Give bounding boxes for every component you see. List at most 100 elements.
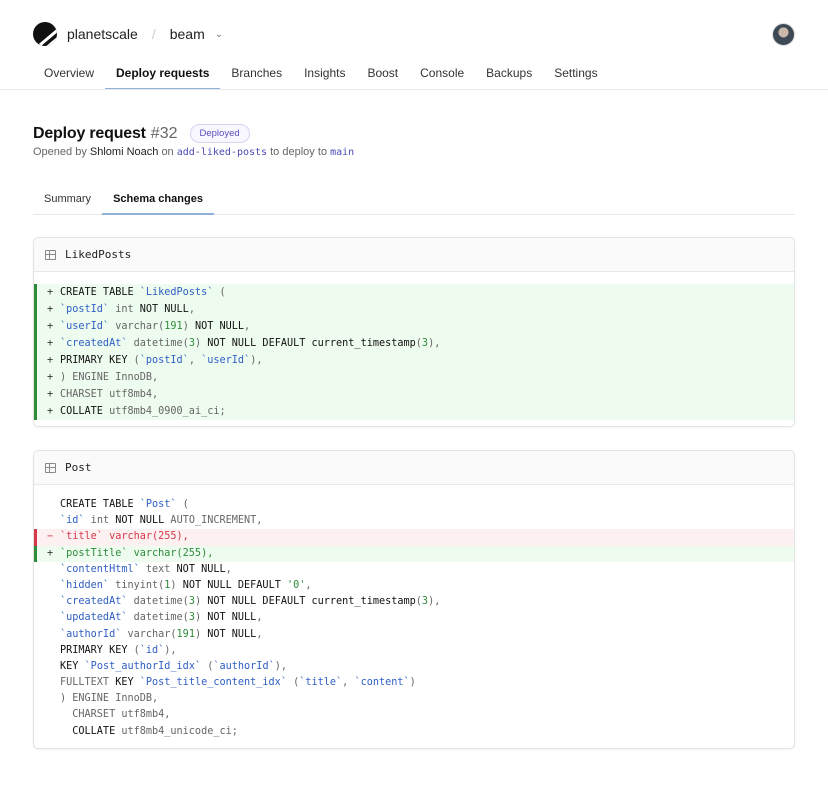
code-token: , [256,629,262,640]
context-line: KEY `Post_authorId_idx` (`authorId`), [34,659,794,675]
code-token: int [85,515,116,526]
code-token: NOT NULL [207,629,256,640]
code-token: ) [195,338,207,349]
user-avatar[interactable] [772,23,795,46]
code-token: `createdAt` [60,596,127,607]
diff-marker [47,497,60,513]
table-name: Post [65,461,92,474]
nav-deploy-requests[interactable]: Deploy requests [105,60,220,89]
request-number: #32 [151,125,178,143]
diff-marker: + [47,546,60,562]
table-diff-card: LikedPosts +CREATE TABLE `LikedPosts` (+… [33,237,795,427]
added-line: +CHARSET utf8mb4, [34,386,794,403]
code-token: ), [428,596,440,607]
context-line: CHARSET utf8mb4, [34,707,794,723]
nav-branches[interactable]: Branches [220,60,293,89]
code-token: `Post_title_content_idx` [140,677,287,688]
nav-console[interactable]: Console [409,60,475,89]
code-token: `LikedPosts` [140,287,214,298]
code-token: tinyint( [109,580,164,591]
code-token: ) [195,629,207,640]
tab-schema-changes[interactable]: Schema changes [102,185,214,214]
code-token: datetime( [127,338,188,349]
code-token: CHARSET utf8mb4, [60,709,170,720]
target-branch-link[interactable]: main [330,147,354,158]
diff-marker: + [47,284,60,301]
breadcrumb-separator: / [152,26,156,42]
code-token: COLLATE [60,726,115,737]
nav-backups[interactable]: Backups [475,60,543,89]
diff-marker [47,627,60,643]
on-label: on [161,146,173,158]
nav-boost[interactable]: Boost [356,60,409,89]
diff-marker [47,675,60,691]
context-line: `hidden` tinyint(1) NOT NULL DEFAULT '0'… [34,578,794,594]
code-token: ), [250,355,262,366]
code-token: NOT NULL [177,564,226,575]
context-line: `contentHtml` text NOT NULL, [34,562,794,578]
code-token: ) [183,321,195,332]
code-token: `authorId` [60,629,121,640]
code-token: KEY [60,661,85,672]
code-token: ), [164,645,176,656]
code-token: , [256,612,262,623]
added-line: +`postTitle` varchar(255), [34,546,794,562]
code-token: datetime( [127,612,188,623]
code-token: ) [195,612,207,623]
diff-marker [47,513,60,529]
context-line: ) ENGINE InnoDB, [34,691,794,707]
code-token: ( [127,645,139,656]
code-token: `id` [60,515,85,526]
added-line: +CREATE TABLE `LikedPosts` ( [34,284,794,301]
code-token: `title` [299,677,342,688]
code-token: NOT NULL [207,612,256,623]
context-line: `authorId` varchar(191) NOT NULL, [34,627,794,643]
code-token: NOT NULL [140,304,189,315]
code-token: , [342,677,354,688]
code-token: utf8mb4_unicode_ci; [115,726,238,737]
code-token: `authorId` [213,661,274,672]
code-token: ) [410,677,416,688]
code-token: 191 [164,321,182,332]
diff-marker: + [47,369,60,386]
tab-summary[interactable]: Summary [33,185,102,214]
added-line: +PRIMARY KEY (`postId`, `userId`), [34,352,794,369]
code-token: PRIMARY KEY [60,645,127,656]
code-token: ( [287,677,299,688]
status-badge: Deployed [190,124,250,143]
code-token: NOT NULL DEFAULT [183,580,287,591]
diff-marker [47,691,60,707]
to-deploy-label: to deploy to [270,146,327,158]
database-name[interactable]: beam [170,26,205,42]
code-token: ), [428,338,440,349]
added-line: +COLLATE utf8mb4_0900_ai_ci; [34,403,794,420]
code-token: , [189,355,201,366]
table-name: LikedPosts [65,248,131,261]
code-token: `id` [140,645,165,656]
added-line: +) ENGINE InnoDB, [34,369,794,386]
code-token: `updatedAt` [60,612,127,623]
org-name[interactable]: planetscale [67,26,138,42]
source-branch-link[interactable]: add-liked-posts [177,147,267,158]
code-token: , [226,564,232,575]
nav-insights[interactable]: Insights [293,60,356,89]
code-token: CREATE TABLE [60,287,140,298]
code-token: 191 [177,629,195,640]
code-token: varchar( [121,629,176,640]
nav-overview[interactable]: Overview [33,60,105,89]
code-token: ) ENGINE InnoDB, [60,372,158,383]
context-line: `createdAt` datetime(3) NOT NULL DEFAULT… [34,594,794,610]
author-name[interactable]: Shlomi Noach [90,146,158,158]
diff-marker: + [47,301,60,318]
code-token: PRIMARY KEY [60,355,127,366]
planetscale-logo-icon[interactable] [33,22,57,46]
request-subtitle: Opened by Shlomi Noach on add-liked-post… [33,146,354,158]
code-token: varchar( [109,321,164,332]
code-token: `hidden` [60,580,109,591]
added-line: +`postId` int NOT NULL, [34,301,794,318]
code-token: KEY [115,677,140,688]
nav-settings[interactable]: Settings [543,60,608,89]
chevron-down-icon[interactable]: ⌄ [215,29,223,40]
main-nav: Overview Deploy requests Branches Insigh… [33,60,609,89]
context-line: `id` int NOT NULL AUTO_INCREMENT, [34,513,794,529]
